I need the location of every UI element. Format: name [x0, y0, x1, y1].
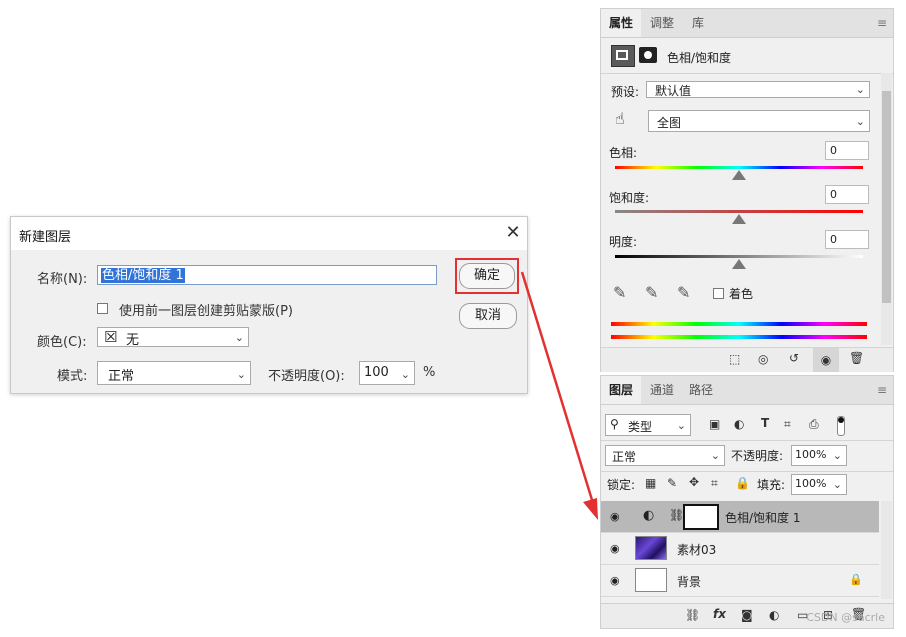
blend-mode-value: 正常 [612, 450, 637, 464]
preset-value: 默认值 [655, 84, 692, 98]
shape-filter-icon[interactable]: ⌗ [784, 417, 791, 432]
colorize-checkbox[interactable] [713, 288, 724, 299]
tab-adjustments[interactable]: 调整 [643, 9, 681, 37]
layer-filter-select[interactable]: ⚲ 类型 ⌄ [605, 414, 691, 436]
mask-icon[interactable] [639, 47, 657, 63]
visibility-eye-icon[interactable]: ◉ [610, 542, 620, 555]
panel-menu-icon[interactable]: ≡ [877, 383, 887, 397]
blend-mode-select[interactable]: 正常 ⌄ [605, 445, 725, 466]
lightness-field[interactable]: 0 [825, 230, 869, 249]
properties-scroll-thumb[interactable] [882, 91, 891, 303]
chevron-down-icon: ⌄ [855, 83, 865, 96]
range-select[interactable]: 全图 ⌄ [648, 110, 870, 132]
pixel-filter-icon[interactable]: ▣ [709, 417, 720, 431]
fill-field[interactable]: 100% ⌄ [791, 474, 847, 495]
fill-value: 100% [795, 477, 827, 490]
properties-panel: 属性 调整 库 ≡ 色相/饱和度 预设: 默认值 ⌄ ☝ 全图 ⌄ 色相: 0 … [600, 8, 894, 372]
layer-thumbnail [635, 568, 667, 592]
colorize-label: 着色 [729, 287, 754, 301]
clip-to-layer-icon[interactable]: ⬚ [729, 352, 740, 366]
panel-menu-icon[interactable]: ≡ [877, 16, 887, 30]
watermark: CSDN @sacrle [806, 611, 885, 624]
lock-transparent-icon[interactable]: ▦ [645, 476, 656, 490]
layers-scrollbar[interactable] [881, 501, 892, 599]
layers-panel: 图层 通道 路径 ≡ ⚲ 类型 ⌄ ▣ ◐ T ⌗ ⎙ 正常 ⌄ 不透明度: 1… [600, 375, 894, 629]
reset-icon[interactable]: ↺ [789, 351, 799, 365]
layer-name: 色相/饱和度 1 [725, 511, 801, 525]
tab-properties[interactable]: 属性 [601, 9, 641, 37]
link-layers-icon[interactable]: ⛓ [685, 608, 700, 622]
chevron-down-icon: ⌄ [855, 115, 865, 128]
smart-object-filter-icon[interactable]: ⎙ [809, 417, 819, 432]
visibility-eye-icon[interactable]: ◉ [813, 348, 839, 372]
layer-row[interactable]: ◉ 背景 🔒 [601, 565, 879, 597]
layer-row[interactable]: ◉ 素材03 [601, 533, 879, 565]
lock-label: 锁定: [607, 478, 636, 492]
layer-mask-thumbnail[interactable] [683, 504, 719, 530]
layer-opacity-field[interactable]: 100% ⌄ [791, 445, 847, 466]
layer-name: 素材03 [677, 543, 717, 557]
eyedropper-icon[interactable]: ✎ [613, 283, 626, 302]
layer-opacity-value: 100% [795, 448, 827, 461]
hue-thumb[interactable] [732, 170, 746, 180]
link-icon[interactable]: ⛓ [669, 508, 684, 522]
chevron-down-icon[interactable]: ⌄ [833, 478, 842, 491]
layer-row[interactable]: ◉ ◐ ⛓ 色相/饱和度 1 [601, 501, 879, 533]
lock-artboard-icon[interactable]: ⌗ [711, 476, 718, 491]
hue-bar-top [611, 322, 867, 326]
add-mask-icon[interactable]: ◙ [741, 608, 753, 622]
layer-name: 背景 [677, 575, 702, 589]
chevron-down-icon[interactable]: ⌄ [833, 449, 842, 462]
properties-tabbar: 属性 调整 库 ≡ [601, 9, 893, 38]
fx-icon[interactable]: fx [713, 607, 726, 621]
saturation-thumb[interactable] [732, 214, 746, 224]
adjustment-icon[interactable] [611, 45, 635, 67]
tab-paths[interactable]: 路径 [683, 376, 719, 404]
lightness-thumb[interactable] [732, 259, 746, 269]
targeted-adjust-hand-icon[interactable]: ☝ [615, 109, 625, 128]
lock-all-icon[interactable]: 🔒 [735, 476, 750, 490]
filter-value: 类型 [628, 420, 653, 434]
tab-libraries[interactable]: 库 [683, 9, 713, 37]
saturation-field[interactable]: 0 [825, 185, 869, 204]
layer-thumbnail [635, 536, 667, 560]
preset-label: 预设: [611, 85, 640, 99]
lightness-label: 明度: [609, 235, 638, 249]
adjustment-filter-icon[interactable]: ◐ [734, 417, 744, 431]
search-icon: ⚲ [610, 417, 619, 431]
tab-channels[interactable]: 通道 [643, 376, 681, 404]
lightness-slider[interactable] [615, 255, 863, 258]
adjustment-layer-icon: ◐ [643, 508, 655, 523]
properties-footer: ⬚ ◎ ↺ ◉ 🗑 [601, 347, 893, 372]
view-previous-icon[interactable]: ◎ [758, 352, 768, 366]
hue-bar-bottom [611, 335, 867, 339]
new-adjustment-icon[interactable]: ◐ [769, 608, 779, 622]
hue-label: 色相: [609, 146, 638, 160]
chevron-down-icon: ⌄ [676, 419, 686, 432]
properties-title: 色相/饱和度 [667, 51, 732, 65]
trash-icon[interactable]: 🗑 [849, 351, 864, 365]
layer-opacity-label: 不透明度: [731, 449, 784, 463]
range-value: 全图 [657, 116, 682, 130]
fill-label: 填充: [757, 478, 786, 492]
lock-image-icon[interactable]: ✎ [667, 476, 677, 490]
tab-layers[interactable]: 图层 [601, 376, 641, 404]
preset-select[interactable]: 默认值 ⌄ [646, 81, 870, 98]
type-filter-icon[interactable]: T [761, 416, 769, 430]
saturation-label: 饱和度: [609, 191, 650, 205]
lock-icon: 🔒 [849, 573, 863, 586]
eyedropper-plus-icon[interactable]: ✎ [645, 283, 658, 302]
chevron-down-icon: ⌄ [710, 449, 720, 462]
saturation-slider[interactable] [615, 210, 863, 213]
layers-tabbar: 图层 通道 路径 ≡ [601, 376, 893, 405]
hue-slider[interactable] [615, 166, 863, 169]
properties-scrollbar[interactable] [881, 73, 892, 345]
filter-toggle[interactable] [837, 416, 845, 436]
visibility-eye-icon[interactable]: ◉ [610, 574, 620, 587]
eyedropper-minus-icon[interactable]: ✎ [677, 283, 690, 302]
visibility-eye-icon[interactable]: ◉ [610, 510, 620, 523]
lock-position-icon[interactable]: ✥ [689, 475, 699, 489]
hue-field[interactable]: 0 [825, 141, 869, 160]
